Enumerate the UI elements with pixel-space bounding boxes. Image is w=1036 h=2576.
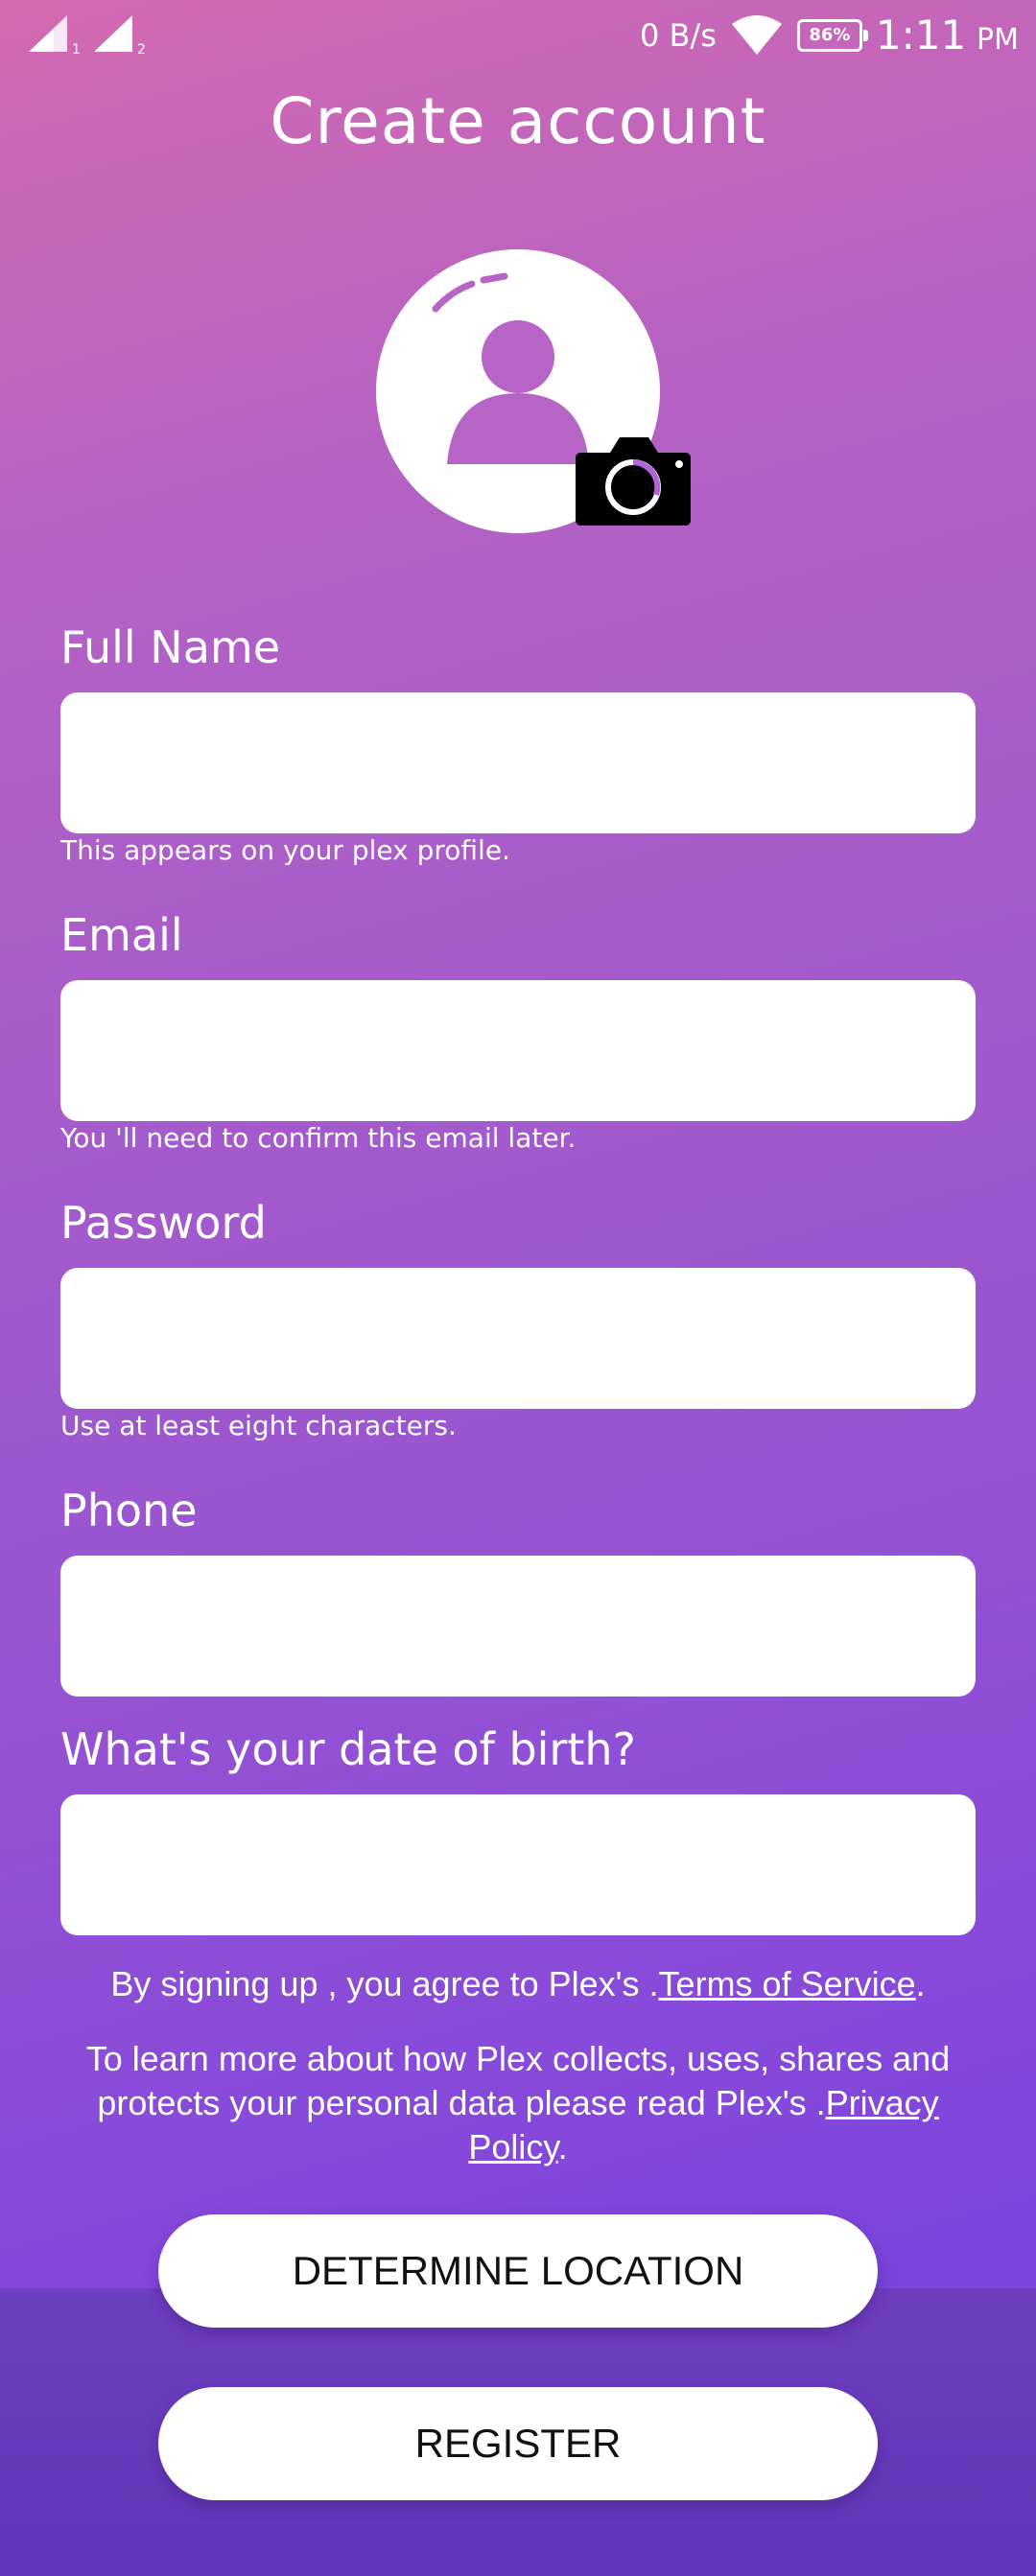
dob-label: What's your date of birth? bbox=[60, 1723, 636, 1775]
full-name-hint: This appears on your plex profile. bbox=[60, 834, 510, 866]
network-speed: 0 B/s bbox=[639, 16, 717, 54]
password-input[interactable] bbox=[60, 1268, 976, 1409]
terms-suffix: . bbox=[915, 1964, 926, 2003]
password-label: Password bbox=[60, 1197, 267, 1249]
privacy-suffix: . bbox=[557, 2127, 568, 2166]
status-right: 0 B/s 86% 1:11 PM bbox=[640, 12, 1019, 59]
register-button[interactable]: REGISTER bbox=[158, 2387, 878, 2500]
clock-ampm: PM bbox=[977, 23, 1019, 57]
email-input[interactable] bbox=[60, 980, 976, 1121]
determine-location-button[interactable]: DETERMINE LOCATION bbox=[158, 2214, 878, 2328]
full-name-input[interactable] bbox=[60, 692, 976, 833]
email-label: Email bbox=[60, 909, 183, 961]
password-hint: Use at least eight characters. bbox=[60, 1410, 457, 1441]
dob-input[interactable] bbox=[60, 1794, 976, 1935]
phone-input[interactable] bbox=[60, 1556, 976, 1697]
clock-time: 1:11 bbox=[875, 12, 967, 59]
privacy-notice: To learn more about how Plex collects, u… bbox=[58, 2037, 978, 2169]
full-name-label: Full Name bbox=[60, 621, 280, 673]
privacy-prefix: To learn more about how Plex collects, u… bbox=[85, 2039, 951, 2122]
signal-icons: 1 2 bbox=[27, 13, 152, 59]
page-title: Create account bbox=[270, 84, 766, 158]
terms-of-service-link[interactable]: Terms of Service bbox=[659, 1964, 916, 2003]
clock: 1:11 PM bbox=[876, 12, 1019, 59]
battery-icon: 86% bbox=[796, 18, 868, 52]
signal-icon: 1 2 bbox=[29, 15, 146, 58]
sim1-label: 1 bbox=[72, 42, 81, 56]
status-bar: 1 2 0 B/s 86% 1:11 PM bbox=[0, 0, 1036, 69]
camera-icon[interactable] bbox=[574, 432, 693, 527]
battery-level: 86% bbox=[809, 25, 851, 45]
phone-label: Phone bbox=[60, 1485, 198, 1536]
sim2-label: 2 bbox=[137, 42, 146, 56]
terms-prefix: By signing up , you agree to Plex's . bbox=[110, 1964, 659, 2003]
wifi-icon bbox=[731, 14, 782, 55]
terms-notice: By signing up , you agree to Plex's .Ter… bbox=[58, 1962, 978, 2006]
email-hint: You 'll need to confirm this email later… bbox=[60, 1122, 577, 1154]
